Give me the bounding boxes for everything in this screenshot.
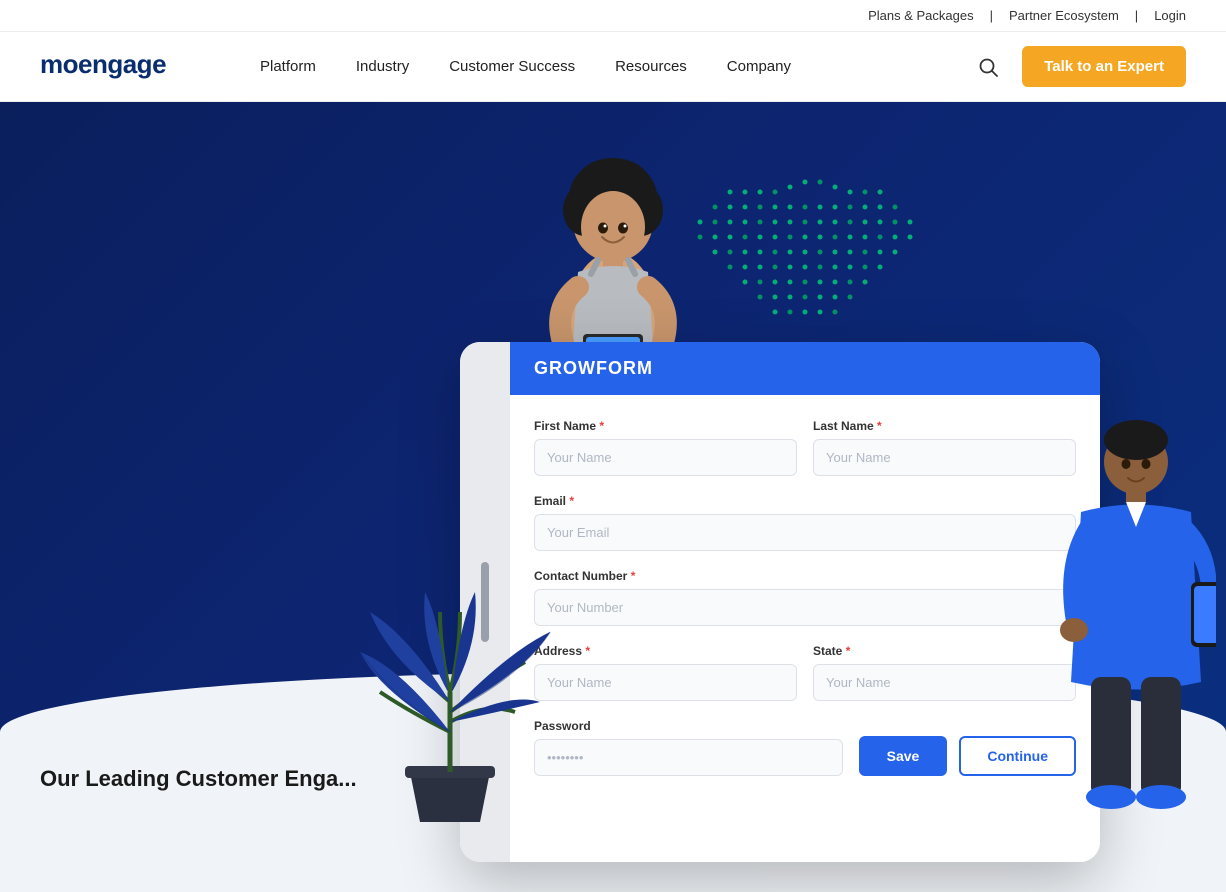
bottom-text-area: Our Leading Customer Enga...	[40, 766, 357, 792]
nav-item-platform[interactable]: Platform	[240, 32, 336, 102]
navbar: moengage Platform Industry Customer Succ…	[0, 32, 1226, 102]
password-input[interactable]	[534, 739, 843, 776]
divider-1: |	[990, 8, 993, 23]
contact-input[interactable]	[534, 589, 1076, 626]
nav-item-resources[interactable]: Resources	[595, 32, 707, 102]
last-name-label: Last Name *	[813, 419, 1076, 433]
password-group: Password	[534, 719, 843, 776]
first-name-label: First Name *	[534, 419, 797, 433]
email-row: Email *	[534, 494, 1076, 551]
password-label: Password	[534, 719, 843, 733]
logo[interactable]: moengage	[40, 45, 200, 88]
first-name-group: First Name *	[534, 419, 797, 476]
state-input[interactable]	[813, 664, 1076, 701]
search-icon[interactable]	[970, 49, 1006, 85]
contact-label: Contact Number *	[534, 569, 1076, 583]
address-state-row: Address * State *	[534, 644, 1076, 701]
plant-illustration	[340, 552, 560, 832]
form-body: First Name * Last Name *	[510, 395, 1100, 862]
growform-header: GROWFORM	[510, 342, 1100, 395]
name-row: First Name * Last Name *	[534, 419, 1076, 476]
email-label: Email *	[534, 494, 1076, 508]
top-bar: Plans & Packages | Partner Ecosystem | L…	[0, 0, 1226, 32]
logo-text: moengage	[40, 45, 200, 88]
state-group: State *	[813, 644, 1076, 701]
nav-right: Talk to an Expert	[970, 46, 1186, 87]
first-name-input[interactable]	[534, 439, 797, 476]
last-name-group: Last Name *	[813, 419, 1076, 476]
form-action-buttons: Save Continue	[859, 736, 1076, 776]
hero-section: GROWFORM First Name *	[0, 102, 1226, 892]
email-input[interactable]	[534, 514, 1076, 551]
nav-links: Platform Industry Customer Success Resou…	[240, 32, 970, 102]
login-link[interactable]: Login	[1154, 8, 1186, 23]
talk-to-expert-button[interactable]: Talk to an Expert	[1022, 46, 1186, 87]
last-name-input[interactable]	[813, 439, 1076, 476]
growform-title: GROWFORM	[534, 358, 653, 379]
svg-text:moengage: moengage	[40, 49, 166, 79]
contact-group: Contact Number *	[534, 569, 1076, 626]
email-group: Email *	[534, 494, 1076, 551]
address-input[interactable]	[534, 664, 797, 701]
password-buttons-row: Password Save Continue	[534, 719, 1076, 776]
contact-row: Contact Number *	[534, 569, 1076, 626]
address-label: Address *	[534, 644, 797, 658]
tablet-form-content: GROWFORM First Name *	[510, 342, 1100, 862]
address-group: Address *	[534, 644, 797, 701]
plans-link[interactable]: Plans & Packages	[868, 8, 974, 23]
partner-link[interactable]: Partner Ecosystem	[1009, 8, 1119, 23]
save-button[interactable]: Save	[859, 736, 948, 776]
bottom-heading: Our Leading Customer Enga...	[40, 766, 357, 792]
nav-item-customer-success[interactable]: Customer Success	[429, 32, 595, 102]
state-label: State *	[813, 644, 1076, 658]
nav-item-industry[interactable]: Industry	[336, 32, 429, 102]
divider-2: |	[1135, 8, 1138, 23]
nav-item-company[interactable]: Company	[707, 32, 811, 102]
hero-man-illustration	[1056, 402, 1216, 842]
